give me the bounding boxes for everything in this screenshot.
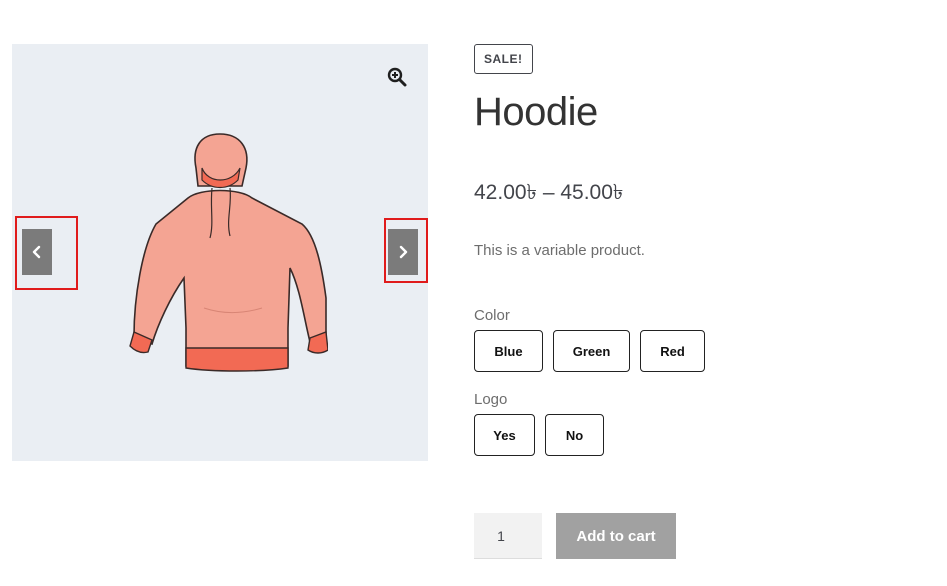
color-option-blue[interactable]: Blue xyxy=(474,330,543,372)
product-title: Hoodie xyxy=(474,90,598,134)
zoom-icon[interactable] xyxy=(385,65,409,89)
color-attribute-label: Color xyxy=(474,307,510,324)
logo-option-yes[interactable]: Yes xyxy=(474,414,535,456)
logo-attribute-label: Logo xyxy=(474,391,508,408)
gallery-prev-button[interactable] xyxy=(22,229,52,275)
logo-option-no[interactable]: No xyxy=(545,414,604,456)
product-description: This is a variable product. xyxy=(474,242,645,259)
hoodie-image xyxy=(112,128,329,380)
color-option-red[interactable]: Red xyxy=(640,330,705,372)
quantity-input[interactable] xyxy=(474,513,542,559)
add-to-cart-button[interactable]: Add to cart xyxy=(556,513,676,559)
product-price: 42.00৳ – 45.00৳ xyxy=(474,181,624,204)
gallery-next-button[interactable] xyxy=(388,229,418,275)
chevron-left-icon xyxy=(32,245,41,259)
chevron-right-icon xyxy=(399,245,408,259)
magnifier-plus-icon xyxy=(387,67,407,87)
color-option-green[interactable]: Green xyxy=(553,330,630,372)
sale-badge: SALE! xyxy=(474,44,533,74)
